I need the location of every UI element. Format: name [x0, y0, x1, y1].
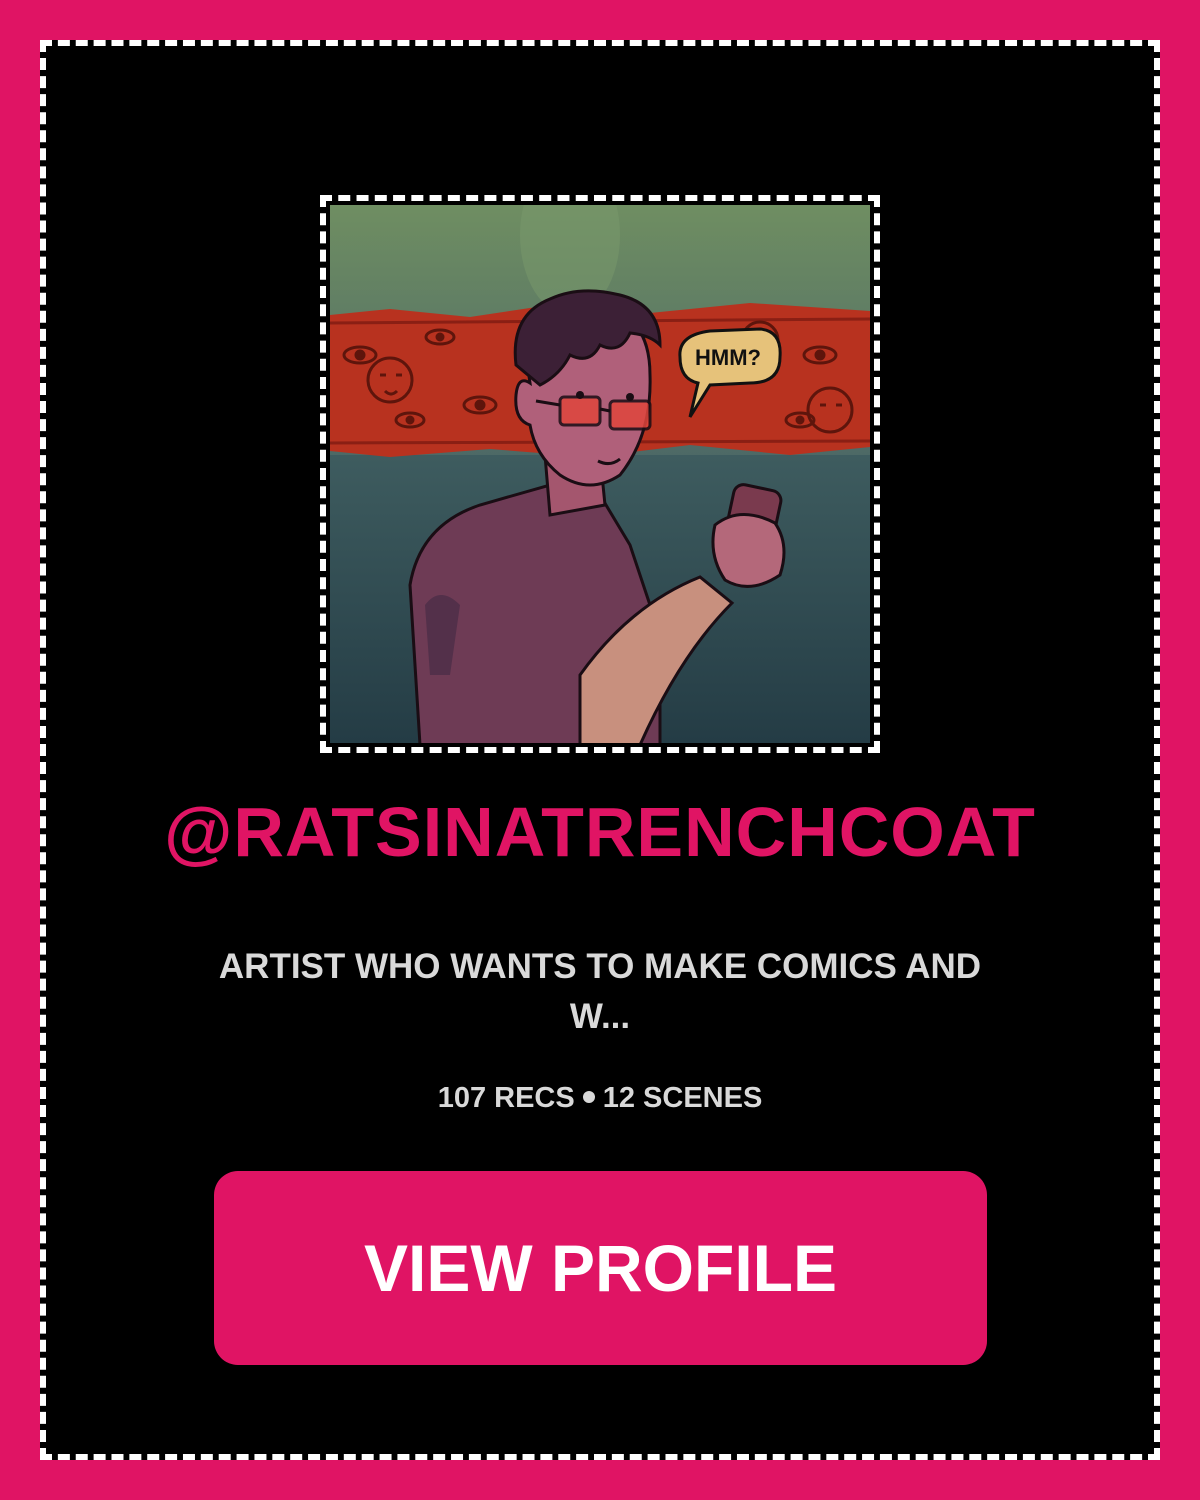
view-profile-button[interactable]: VIEW PROFILE — [214, 1171, 987, 1365]
scenes-count: 12 SCENES — [602, 1082, 763, 1114]
profile-stats: 107 RECS 12 SCENES — [0, 1080, 1200, 1116]
bullet-separator-icon — [582, 1091, 595, 1104]
recs-count: 107 RECS — [437, 1082, 575, 1114]
profile-bio: ARTIST WHO WANTS TO MAKE COMICS AND W... — [218, 947, 982, 1036]
profile-avatar-illustration: HMM? — [330, 205, 870, 743]
profile-handle: @RATSINATRENCHCOAT — [164, 793, 1036, 871]
speech-bubble-text: HMM? — [695, 345, 761, 370]
profile-avatar-frame[interactable]: HMM? — [320, 195, 880, 753]
